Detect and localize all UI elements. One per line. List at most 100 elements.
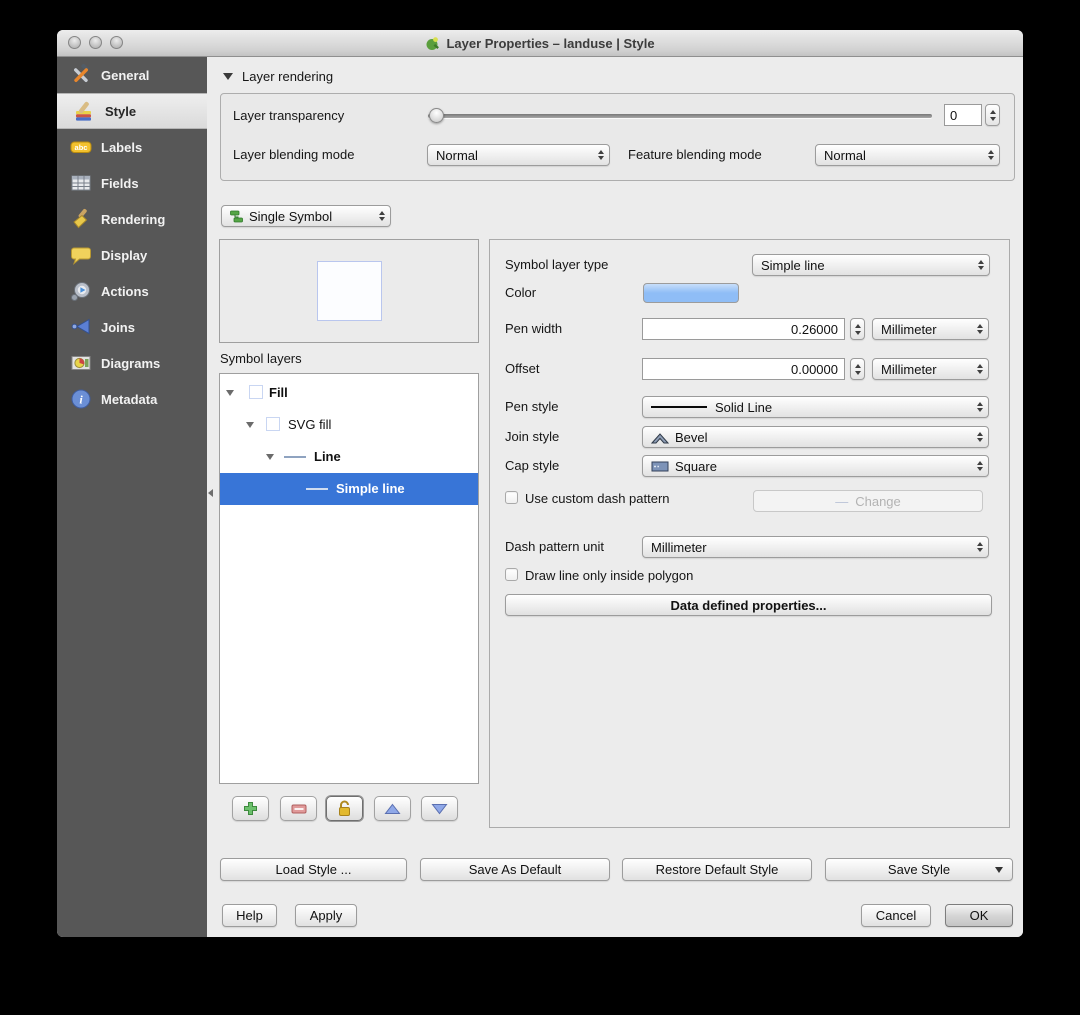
svg-text:abc: abc	[75, 143, 88, 152]
sidebar-item-label: Labels	[101, 139, 143, 155]
sidebar-item-diagrams[interactable]: Diagrams	[57, 345, 207, 381]
abc-label-icon: abc	[70, 141, 92, 153]
line-color-swatch-button[interactable]	[643, 283, 739, 303]
help-button[interactable]: Help	[222, 904, 277, 927]
cap-style-value: Square	[675, 458, 717, 474]
collapse-triangle-icon	[223, 73, 233, 80]
join-style-label: Join style	[505, 429, 560, 444]
move-layer-up-button[interactable]	[374, 796, 411, 821]
add-symbol-layer-button[interactable]	[232, 796, 269, 821]
offset-label: Offset	[505, 361, 540, 376]
sidebar-item-style[interactable]: Style	[57, 93, 207, 129]
sidebar-item-label: Joins	[101, 319, 135, 335]
pen-width-unit-select[interactable]: Millimeter	[872, 318, 989, 340]
splitter-collapse-handle[interactable]	[208, 489, 213, 497]
transparency-slider-handle[interactable]	[429, 108, 444, 123]
symbol-layer-type-value: Simple line	[761, 257, 825, 273]
line-symbol-icon	[284, 456, 306, 458]
popup-arrows-icon	[988, 150, 994, 160]
sidebar-item-rendering[interactable]: Rendering	[57, 201, 207, 237]
offset-unit-select[interactable]: Millimeter	[872, 358, 989, 380]
save-as-default-button[interactable]: Save As Default	[420, 858, 610, 881]
draw-inside-polygon-checkbox[interactable]	[505, 568, 518, 581]
data-defined-properties-button[interactable]: Data defined properties...	[505, 594, 992, 616]
cap-style-select[interactable]: Square	[642, 455, 989, 477]
paintbrush-icon	[73, 208, 88, 229]
restore-default-style-button[interactable]: Restore Default Style	[622, 858, 812, 881]
sidebar-item-joins[interactable]: Joins	[57, 309, 207, 345]
save-style-menu-button[interactable]: Save Style	[825, 858, 1013, 881]
offset-field[interactable]: 0.00000	[642, 358, 845, 380]
popup-arrows-icon	[977, 432, 983, 442]
pen-width-field[interactable]: 0.26000	[642, 318, 845, 340]
layer-rendering-title: Layer rendering	[242, 69, 334, 84]
remove-symbol-layer-button[interactable]	[280, 796, 317, 821]
offset-stepper[interactable]	[850, 358, 865, 380]
tree-item-label: SVG fill	[288, 417, 332, 432]
minimize-button[interactable]	[89, 36, 102, 49]
tree-item-label: Fill	[269, 385, 288, 400]
renderer-type-select[interactable]: Single Symbol	[221, 205, 391, 227]
load-style-button[interactable]: Load Style ...	[220, 858, 407, 881]
dash-pattern-unit-value: Millimeter	[651, 539, 707, 555]
sidebar-item-fields[interactable]: Fields	[57, 165, 207, 201]
layer-blending-label: Layer blending mode	[233, 147, 355, 162]
color-label: Color	[505, 285, 537, 300]
join-style-select[interactable]: Bevel	[642, 426, 989, 448]
change-dash-pattern-button[interactable]: — Change	[753, 490, 983, 512]
transparency-stepper[interactable]	[985, 104, 1000, 126]
menu-arrow-icon	[995, 866, 1003, 873]
tree-item-svg-fill[interactable]: SVG fill	[220, 409, 478, 441]
sidebar-item-display[interactable]: Display	[57, 237, 207, 273]
window-title-area: Layer Properties – landuse | Style	[425, 36, 655, 51]
sidebar-item-actions[interactable]: Actions	[57, 273, 207, 309]
layer-transparency-label: Layer transparency	[233, 108, 345, 123]
cap-style-label: Cap style	[505, 458, 560, 473]
use-custom-dash-checkbox[interactable]	[505, 491, 518, 504]
up-arrow-icon	[384, 803, 401, 814]
popup-arrows-icon	[977, 324, 983, 334]
tree-item-fill[interactable]: Fill	[220, 377, 478, 409]
pen-width-stepper[interactable]	[850, 318, 865, 340]
speech-bubble-icon	[71, 247, 91, 265]
sidebar-item-label: Fields	[101, 175, 139, 191]
expand-triangle-icon	[226, 390, 234, 396]
layer-rendering-header[interactable]: Layer rendering	[223, 69, 333, 84]
expand-triangle-icon	[266, 454, 274, 460]
sidebar-item-general[interactable]: General	[57, 57, 207, 93]
popup-arrows-icon	[977, 542, 983, 552]
sidebar-item-label: Diagrams	[101, 355, 161, 371]
close-button[interactable]	[68, 36, 81, 49]
layer-blending-select[interactable]: Normal	[427, 144, 610, 166]
pie-chart-icon	[71, 356, 91, 370]
apply-button[interactable]: Apply	[295, 904, 357, 927]
tree-item-label: Simple line	[336, 481, 405, 496]
cancel-button[interactable]: Cancel	[861, 904, 931, 927]
join-arrow-icon	[71, 318, 90, 335]
feature-blending-select[interactable]: Normal	[815, 144, 1000, 166]
ok-button[interactable]: OK	[945, 904, 1013, 927]
sidebar-item-label: Rendering	[101, 211, 166, 227]
minus-icon	[291, 804, 306, 813]
transparency-slider-track[interactable]	[428, 114, 932, 118]
move-layer-down-button[interactable]	[421, 796, 458, 821]
tree-item-label: Line	[314, 449, 341, 464]
step-up-icon	[854, 323, 861, 328]
feature-blending-label: Feature blending mode	[628, 147, 762, 162]
lock-color-button[interactable]	[326, 796, 363, 821]
tree-item-simple-line[interactable]: Simple line	[220, 473, 478, 505]
tree-item-line[interactable]: Line	[220, 441, 478, 473]
symbol-layer-type-select[interactable]: Simple line	[752, 254, 990, 276]
dash-pattern-unit-select[interactable]: Millimeter	[642, 536, 989, 558]
dash-pattern-icon: —	[835, 493, 849, 509]
sidebar-item-labels[interactable]: abc Labels	[57, 129, 207, 165]
transparency-value-field[interactable]: 0	[944, 104, 982, 126]
offset-unit-value: Millimeter	[881, 361, 937, 377]
sidebar-item-metadata[interactable]: i Metadata	[57, 381, 207, 417]
symbol-layer-type-label: Symbol layer type	[505, 257, 609, 272]
simple-line-symbol-icon	[306, 488, 328, 490]
unlocked-padlock-icon	[339, 800, 350, 816]
zoom-button[interactable]	[110, 36, 123, 49]
bevel-join-icon	[651, 432, 669, 443]
pen-style-select[interactable]: Solid Line	[642, 396, 989, 418]
